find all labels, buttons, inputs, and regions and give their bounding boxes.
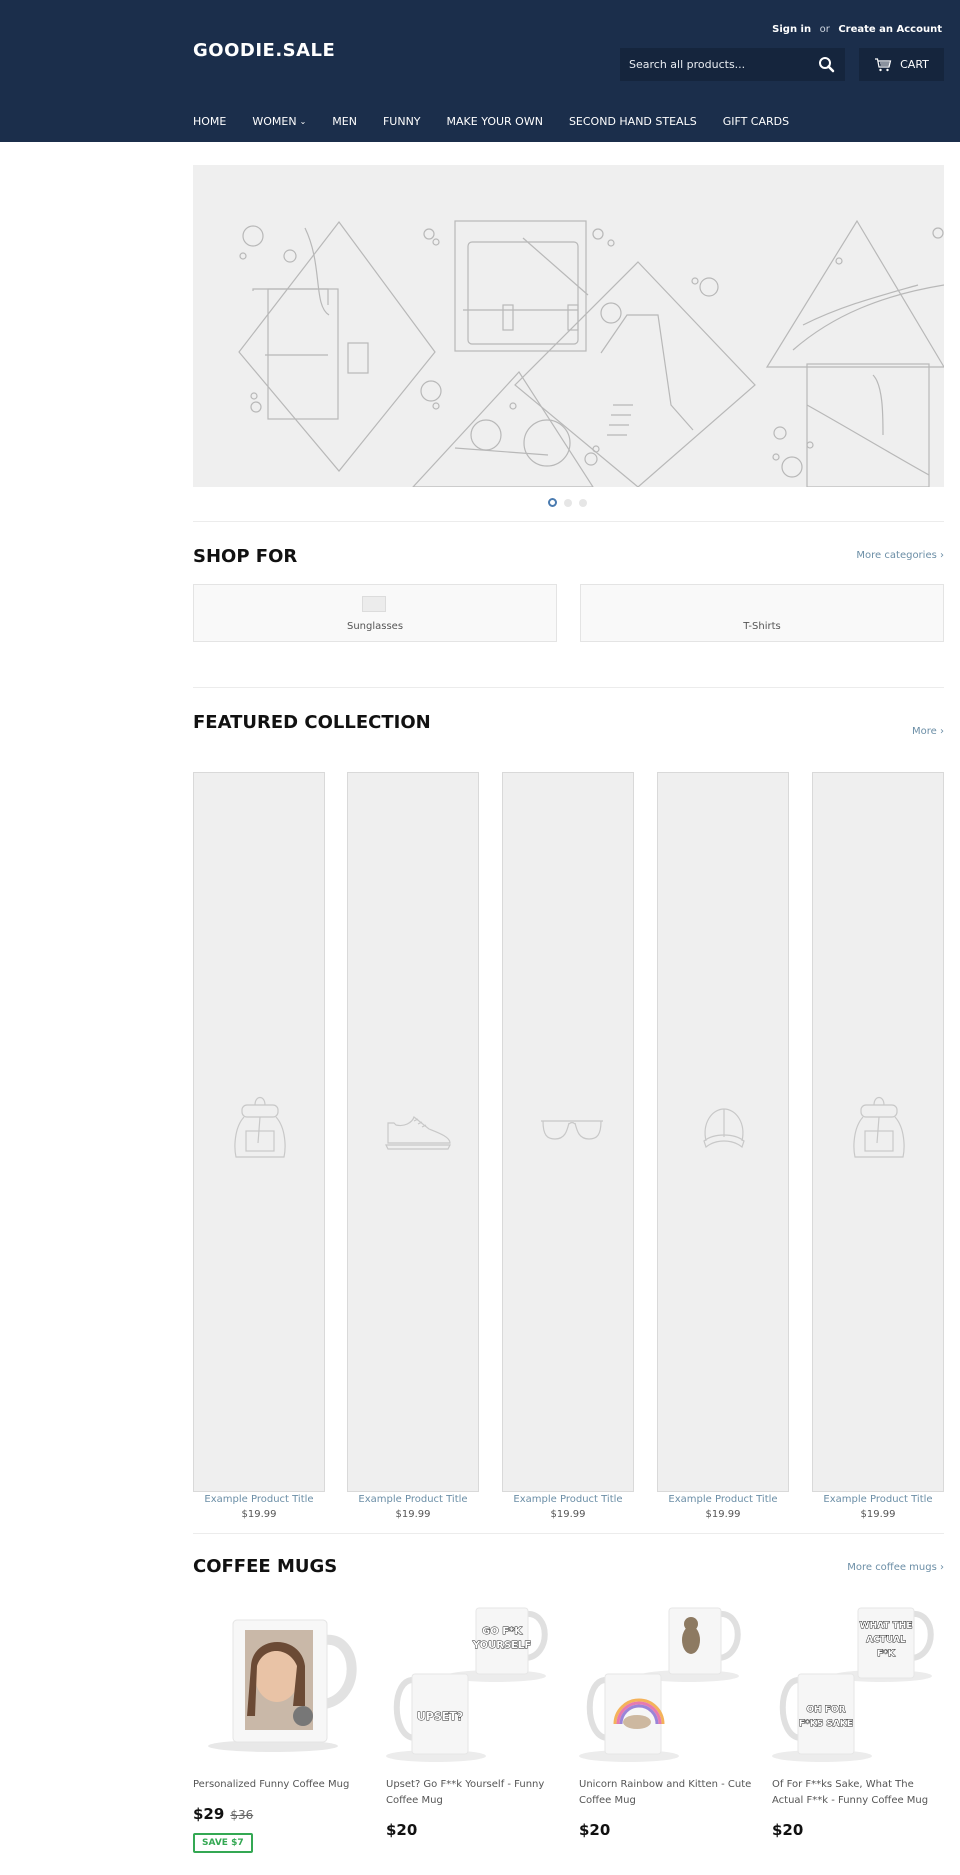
cart-icon bbox=[875, 57, 892, 71]
mug-title[interactable]: Of For F**ks Sake, What The Actual F**k … bbox=[772, 1777, 947, 1809]
nav-make-your-own[interactable]: MAKE YOUR OWN bbox=[447, 115, 543, 128]
product-price: $19.99 bbox=[241, 1509, 277, 1520]
svg-text:F*KS SAKE: F*KS SAKE bbox=[799, 1719, 853, 1729]
wtf-mug-photo: WHAT THE ACTUAL F*K OH FOR F*KS SAKE bbox=[772, 1607, 934, 1762]
section-divider bbox=[193, 687, 944, 688]
cart-button[interactable]: CART bbox=[859, 48, 944, 81]
sale-price: $29 bbox=[193, 1805, 225, 1823]
nav-women-label: WOMEN bbox=[252, 115, 297, 128]
product-card[interactable]: Example Product Title $19.99 bbox=[812, 772, 944, 1520]
slide-dot-3[interactable] bbox=[579, 498, 587, 507]
mug-image[interactable]: GO F*K YOURSELF UPSET? bbox=[386, 1596, 561, 1766]
featured-more-link[interactable]: More › bbox=[912, 726, 944, 737]
featured-collection-title: FEATURED COLLECTION bbox=[193, 712, 431, 733]
product-price: $19.99 bbox=[395, 1509, 431, 1520]
search-input[interactable] bbox=[620, 48, 810, 81]
product-title[interactable]: Example Product Title bbox=[657, 1494, 789, 1505]
nav-second-hand-steals[interactable]: SECOND HAND STEALS bbox=[569, 115, 697, 128]
slideshow-dots bbox=[548, 498, 587, 507]
category-label: T-Shirts bbox=[743, 621, 781, 632]
product-image[interactable] bbox=[502, 772, 634, 1492]
svg-text:YOURSELF: YOURSELF bbox=[472, 1640, 531, 1651]
mug-price: $20 bbox=[386, 1821, 418, 1839]
chevron-down-icon: ⌄ bbox=[299, 117, 307, 126]
main-nav: HOME WOMEN ⌄ MEN FUNNY MAKE YOUR OWN SECO… bbox=[193, 115, 815, 128]
nav-women[interactable]: WOMEN ⌄ bbox=[252, 115, 306, 128]
section-divider bbox=[193, 1533, 944, 1534]
site-logo[interactable]: GOODIE.SALE bbox=[193, 40, 335, 61]
compare-price: $36 bbox=[230, 1808, 254, 1822]
slide-dot-1[interactable] bbox=[548, 498, 557, 507]
cap-icon bbox=[703, 1108, 745, 1149]
product-card[interactable]: Example Product Title $19.99 bbox=[347, 772, 479, 1520]
upset-mug-photo: GO F*K YOURSELF UPSET? bbox=[386, 1607, 548, 1762]
product-price: $19.99 bbox=[860, 1509, 896, 1520]
create-account-link[interactable]: Create an Account bbox=[838, 24, 942, 35]
svg-text:F*K: F*K bbox=[877, 1649, 896, 1659]
mug-product-card[interactable]: WHAT THE ACTUAL F*K OH FOR F*KS SAKE Of … bbox=[772, 1596, 947, 1839]
category-card-t-shirts[interactable]: T-Shirts bbox=[580, 584, 944, 642]
svg-text:OH FOR: OH FOR bbox=[806, 1705, 845, 1715]
search-icon bbox=[819, 57, 835, 73]
nav-home[interactable]: HOME bbox=[193, 115, 226, 128]
hero-illustration bbox=[238, 219, 944, 487]
hero-slideshow[interactable] bbox=[193, 165, 944, 487]
category-card-sunglasses[interactable]: Sunglasses bbox=[193, 584, 557, 642]
section-divider bbox=[193, 521, 944, 522]
mug-price: $29 $36 bbox=[193, 1805, 368, 1823]
unicorn-kitten-mug-photo bbox=[579, 1607, 741, 1762]
product-title[interactable]: Example Product Title bbox=[812, 1494, 944, 1505]
product-card[interactable]: Example Product Title $19.99 bbox=[657, 772, 789, 1520]
product-title[interactable]: Example Product Title bbox=[347, 1494, 479, 1505]
product-image[interactable] bbox=[657, 772, 789, 1492]
sign-in-link[interactable]: Sign in bbox=[772, 24, 811, 35]
svg-text:WHAT THE: WHAT THE bbox=[860, 1621, 913, 1631]
backpack-icon bbox=[853, 1096, 905, 1158]
product-title[interactable]: Example Product Title bbox=[193, 1494, 325, 1505]
glasses-icon bbox=[541, 1120, 603, 1140]
product-price: $19.99 bbox=[705, 1509, 741, 1520]
product-image[interactable] bbox=[812, 772, 944, 1492]
product-card[interactable]: Example Product Title $19.99 bbox=[193, 772, 325, 1520]
mug-title[interactable]: Upset? Go F**k Yourself - Funny Coffee M… bbox=[386, 1777, 561, 1809]
product-price: $19.99 bbox=[550, 1509, 586, 1520]
more-coffee-mugs-link[interactable]: More coffee mugs › bbox=[847, 1562, 944, 1573]
coffee-mugs-title: COFFEE MUGS bbox=[193, 1556, 338, 1577]
cart-label: CART bbox=[900, 58, 929, 71]
svg-text:UPSET?: UPSET? bbox=[417, 1710, 463, 1723]
nav-gift-cards[interactable]: GIFT CARDS bbox=[723, 115, 789, 128]
mug-price: $20 bbox=[772, 1821, 804, 1839]
sneaker-icon bbox=[385, 1115, 451, 1150]
or-separator: or bbox=[819, 24, 830, 35]
product-image[interactable] bbox=[347, 772, 479, 1492]
mug-image[interactable]: WHAT THE ACTUAL F*K OH FOR F*KS SAKE bbox=[772, 1596, 947, 1766]
mug-product-card[interactable]: Personalized Funny Coffee Mug $29 $36 SAV… bbox=[193, 1596, 368, 1853]
mug-image[interactable] bbox=[579, 1596, 754, 1766]
mug-product-card[interactable]: Unicorn Rainbow and Kitten - Cute Coffee… bbox=[579, 1596, 754, 1839]
nav-funny[interactable]: FUNNY bbox=[383, 115, 421, 128]
nav-men[interactable]: MEN bbox=[332, 115, 357, 128]
account-links: Sign in or Create an Account bbox=[772, 24, 942, 35]
svg-text:ACTUAL: ACTUAL bbox=[866, 1635, 906, 1645]
mug-price: $20 bbox=[579, 1821, 611, 1839]
save-badge: SAVE $7 bbox=[193, 1833, 253, 1853]
mug-title[interactable]: Unicorn Rainbow and Kitten - Cute Coffee… bbox=[579, 1777, 754, 1809]
search-button[interactable] bbox=[817, 55, 837, 75]
slide-dot-2[interactable] bbox=[564, 498, 572, 507]
mug-title[interactable]: Personalized Funny Coffee Mug bbox=[193, 1777, 368, 1793]
site-header: GOODIE.SALE Sign in or Create an Account… bbox=[0, 0, 960, 142]
personalized-mug-photo bbox=[208, 1619, 357, 1752]
product-image[interactable] bbox=[193, 772, 325, 1492]
search-form bbox=[620, 48, 845, 81]
more-categories-link[interactable]: More categories › bbox=[856, 550, 944, 561]
mug-image[interactable] bbox=[193, 1596, 368, 1766]
product-title[interactable]: Example Product Title bbox=[502, 1494, 634, 1505]
backpack-icon bbox=[234, 1096, 286, 1158]
category-thumbnail bbox=[362, 596, 386, 612]
category-label: Sunglasses bbox=[346, 621, 404, 632]
shop-for-title: SHOP FOR bbox=[193, 546, 298, 567]
svg-text:GO F*K: GO F*K bbox=[482, 1626, 523, 1637]
mug-product-card[interactable]: GO F*K YOURSELF UPSET? Upset? Go F**k Yo… bbox=[386, 1596, 561, 1839]
product-card[interactable]: Example Product Title $19.99 bbox=[502, 772, 634, 1520]
